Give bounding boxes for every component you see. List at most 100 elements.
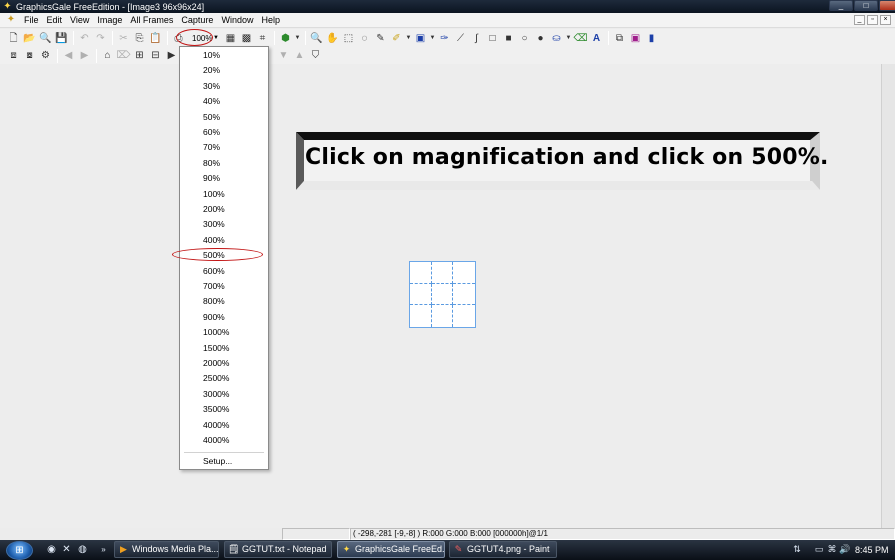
hand-tool-icon[interactable]: ✋: [325, 31, 340, 46]
doc-close-button[interactable]: ×: [880, 15, 891, 25]
volume-icon[interactable]: 🔊: [839, 543, 851, 555]
new-file-icon[interactable]: 🗋: [6, 31, 21, 46]
zoom-option-60[interactable]: 60%: [180, 125, 268, 140]
zoom-option-700[interactable]: 700%: [180, 279, 268, 294]
taskbar-item-media-player[interactable]: ▶ Windows Media Pla...: [114, 541, 219, 558]
zoom-option-20[interactable]: 20%: [180, 63, 268, 78]
doc-restore-button[interactable]: ▫: [867, 15, 878, 25]
excel-icon[interactable]: ✕: [60, 543, 73, 556]
ellipse-icon[interactable]: ○: [517, 31, 532, 46]
zoom-option-40[interactable]: 40%: [180, 94, 268, 109]
lasso-icon[interactable]: ◌: [357, 31, 372, 46]
tag-icon[interactable]: ⛉: [308, 48, 323, 63]
network-icon[interactable]: ⌘: [826, 543, 838, 555]
menu-edit[interactable]: Edit: [43, 13, 67, 28]
magnifier-icon[interactable]: 🔍: [38, 31, 53, 46]
zoom-option-2500[interactable]: 2500%: [180, 371, 268, 386]
taskbar-item-paint[interactable]: ✎ GGTUT4.png - Paint: [449, 541, 557, 558]
pen-icon[interactable]: ▮: [644, 31, 659, 46]
redo-icon[interactable]: ↷: [93, 31, 108, 46]
rectangle-icon[interactable]: □: [485, 31, 500, 46]
vertical-scrollbar[interactable]: [881, 64, 895, 528]
zoom-option-50[interactable]: 50%: [180, 110, 268, 125]
frame-list-icon[interactable]: ⧇: [22, 48, 37, 63]
zoom-option-4000-b[interactable]: 4000%: [180, 433, 268, 448]
battery-icon[interactable]: ▭: [813, 543, 825, 555]
zoom-option-100[interactable]: 100%: [180, 187, 268, 202]
move-up-icon[interactable]: ▲: [292, 48, 307, 63]
minimize-button[interactable]: _: [829, 0, 853, 11]
zoom-option-200[interactable]: 200%: [180, 202, 268, 217]
close-button[interactable]: ✕: [879, 0, 895, 11]
zoom-option-3000[interactable]: 3000%: [180, 387, 268, 402]
fill-select-icon[interactable]: ▣: [413, 31, 428, 46]
window-titlebar[interactable]: ✦ GraphicsGale FreeEdition - [Image3 96x…: [0, 0, 895, 13]
document-icon[interactable]: ✦: [5, 14, 17, 26]
crop-icon[interactable]: ⌗: [255, 31, 270, 46]
zoom-option-3500[interactable]: 3500%: [180, 402, 268, 417]
zoom-option-90[interactable]: 90%: [180, 171, 268, 186]
grid-icon[interactable]: ▦: [223, 31, 238, 46]
zoom-option-1000[interactable]: 1000%: [180, 325, 268, 340]
frame-settings-icon[interactable]: ⚙: [38, 48, 53, 63]
menu-view[interactable]: View: [66, 13, 93, 28]
menu-help[interactable]: Help: [257, 13, 284, 28]
graphicsgale-app-icon[interactable]: ✦: [2, 1, 13, 12]
menu-window[interactable]: Window: [217, 13, 257, 28]
copy-icon[interactable]: ⎘: [132, 31, 147, 46]
zoom-option-300[interactable]: 300%: [180, 217, 268, 232]
zoom-tool-icon[interactable]: 🔍: [309, 31, 324, 46]
chevron-down-icon[interactable]: ▼: [565, 31, 572, 46]
firefox-icon[interactable]: ◍: [76, 543, 89, 556]
fill-bucket-icon[interactable]: ⛀: [549, 31, 564, 46]
zoom-option-4000[interactable]: 4000%: [180, 418, 268, 433]
next-frame-icon[interactable]: ▶: [77, 48, 92, 63]
curve-icon[interactable]: ∫: [469, 31, 484, 46]
taskbar-item-notepad[interactable]: 🗒 GGTUT.txt - Notepad: [224, 541, 332, 558]
color-select-icon[interactable]: ⬢: [278, 31, 293, 46]
menu-capture[interactable]: Capture: [177, 13, 217, 28]
taskbar-item-graphicsgale[interactable]: ✦ GraphicsGale FreeEd...: [337, 541, 445, 558]
start-button[interactable]: ⊞: [6, 541, 33, 560]
filled-rectangle-icon[interactable]: ■: [501, 31, 516, 46]
open-folder-icon[interactable]: 📂: [22, 31, 37, 46]
play-icon[interactable]: ▶: [164, 48, 179, 63]
cut-icon[interactable]: ✂: [116, 31, 131, 46]
brush-icon[interactable]: ✑: [437, 31, 452, 46]
chevron-down-icon[interactable]: ▼: [429, 31, 436, 46]
show-desktop-icon[interactable]: ◉: [45, 543, 58, 556]
line-icon[interactable]: ⟋: [453, 31, 468, 46]
rect-select-icon[interactable]: ⬚: [341, 31, 356, 46]
zoom-option-400[interactable]: 400%: [180, 233, 268, 248]
previous-frame-icon[interactable]: ◀: [61, 48, 76, 63]
layer-icon[interactable]: ⧉: [612, 31, 627, 46]
zoom-option-70[interactable]: 70%: [180, 140, 268, 155]
doc-minimize-button[interactable]: _: [854, 15, 865, 25]
taskbar-clock[interactable]: 8:45 PM: [855, 540, 889, 560]
zoom-option-1500[interactable]: 1500%: [180, 341, 268, 356]
zoom-option-800[interactable]: 800%: [180, 294, 268, 309]
chevron-down-icon[interactable]: ▼: [405, 31, 412, 46]
menu-all-frames[interactable]: All Frames: [126, 13, 177, 28]
paste-icon[interactable]: 📋: [148, 31, 163, 46]
pixel-grid-icon[interactable]: ▩: [239, 31, 254, 46]
quicklaunch-overflow-icon[interactable]: »: [97, 543, 110, 556]
frame-delete-icon[interactable]: ⌦: [116, 48, 131, 63]
menu-file[interactable]: File: [20, 13, 43, 28]
zoom-option-10[interactable]: 10%: [180, 48, 268, 63]
chevron-down-icon[interactable]: ▼: [294, 31, 301, 46]
zoom-setup-item[interactable]: Setup...: [180, 454, 268, 469]
frame-strip-icon[interactable]: ⧈: [6, 48, 21, 63]
dropper-icon[interactable]: ✐: [389, 31, 404, 46]
zoom-option-80[interactable]: 80%: [180, 156, 268, 171]
zoom-option-600[interactable]: 600%: [180, 264, 268, 279]
frame-icon[interactable]: ▣: [628, 31, 643, 46]
network-activity-icon[interactable]: ⇅: [791, 543, 803, 555]
text-icon[interactable]: A: [589, 31, 604, 46]
eraser-icon[interactable]: ⌫: [573, 31, 588, 46]
move-down-icon[interactable]: ▼: [276, 48, 291, 63]
frame-insert-icon[interactable]: ⊞: [132, 48, 147, 63]
save-icon[interactable]: 💾: [54, 31, 69, 46]
maximize-button[interactable]: □: [854, 0, 878, 11]
zoom-option-30[interactable]: 30%: [180, 79, 268, 94]
